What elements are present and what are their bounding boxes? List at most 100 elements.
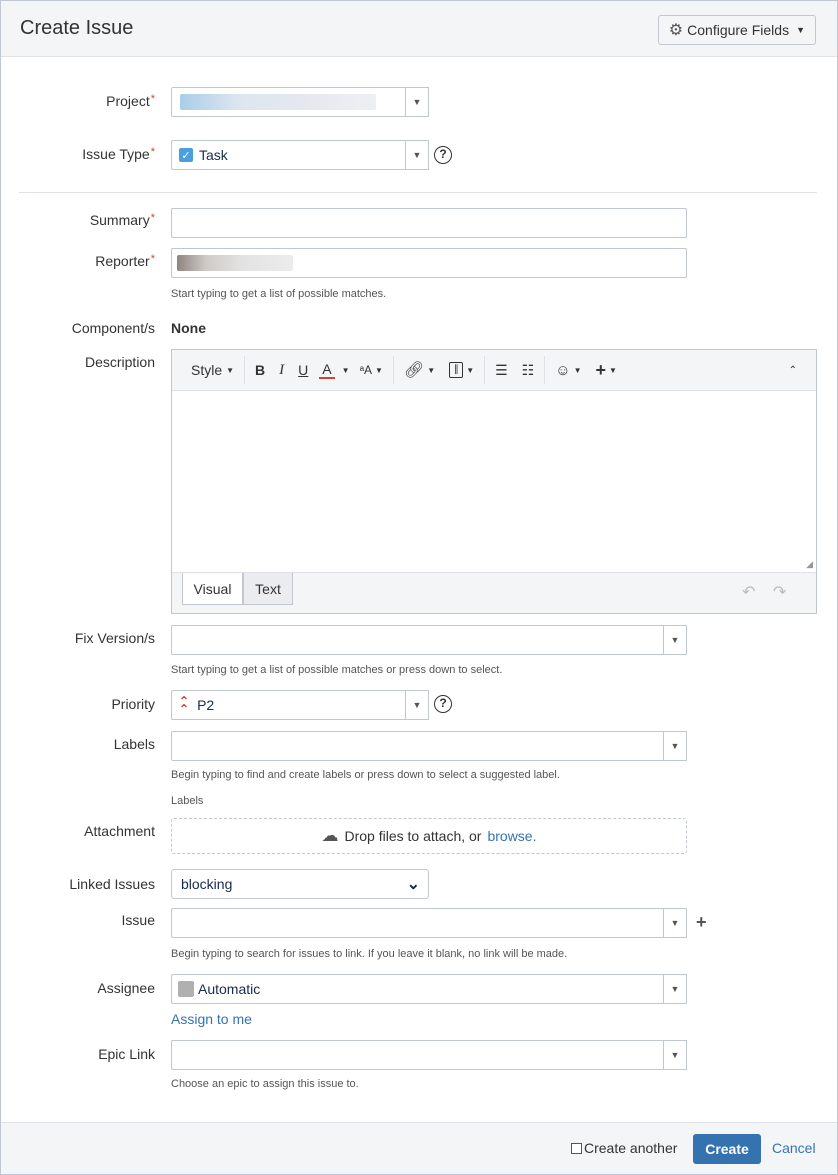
italic-button[interactable]: I bbox=[272, 356, 291, 384]
link-icon: 🔗︎ bbox=[403, 362, 425, 379]
style-dropdown[interactable]: Style ▼ bbox=[184, 356, 241, 384]
project-label: Project* bbox=[106, 93, 155, 109]
configure-fields-label: Configure Fields bbox=[687, 22, 790, 38]
bullet-list-button[interactable]: ☰ bbox=[488, 356, 515, 384]
toolbar-separator bbox=[484, 356, 486, 384]
chevron-down-icon: ▼ bbox=[609, 365, 617, 375]
dialog-footer: Create another Create Cancel bbox=[1, 1122, 837, 1174]
assign-to-me-link[interactable]: Assign to me bbox=[171, 1011, 252, 1027]
text-format-icon: ᵃA bbox=[359, 363, 373, 377]
plus-icon: + bbox=[595, 359, 606, 380]
linked-issues-select[interactable]: blocking ⌄ bbox=[171, 869, 429, 899]
description-label: Description bbox=[84, 354, 155, 370]
numbered-list-button[interactable]: ☷ bbox=[515, 356, 542, 384]
summary-label: Summary* bbox=[89, 212, 155, 228]
tab-text[interactable]: Text bbox=[243, 573, 293, 605]
reporter-value-blurred bbox=[177, 255, 293, 271]
create-another-checkbox[interactable]: Create another bbox=[571, 1140, 677, 1156]
resize-handle-icon[interactable]: ◢ bbox=[806, 559, 813, 570]
attachment-label: Attachment bbox=[84, 823, 155, 839]
collapse-icon: ⌃ bbox=[788, 364, 797, 376]
fix-versions-input[interactable]: ▼ bbox=[171, 625, 687, 655]
bold-button[interactable]: B bbox=[248, 356, 272, 384]
issue-input[interactable]: ▼ bbox=[171, 908, 687, 938]
reporter-hint: Start typing to get a list of possible m… bbox=[171, 288, 387, 300]
chevron-down-icon: ▼ bbox=[796, 25, 805, 35]
underline-button[interactable]: U bbox=[291, 356, 315, 384]
project-value-blurred bbox=[180, 94, 376, 110]
issue-type-label: Issue Type* bbox=[82, 146, 155, 162]
linked-issues-label: Linked Issues bbox=[69, 876, 155, 892]
reporter-label: Reporter* bbox=[95, 253, 155, 269]
project-dropdown-button[interactable]: ▼ bbox=[405, 87, 429, 117]
editor-toolbar: Style ▼ B I U A ▼ ᵃA ▼ 🔗︎ ▼ ∥ ▼ ☰ ☷ ☺ ▼ … bbox=[172, 350, 816, 391]
cancel-link[interactable]: Cancel bbox=[772, 1140, 816, 1156]
text-color-button[interactable]: A bbox=[319, 361, 335, 379]
issue-hint: Begin typing to search for issues to lin… bbox=[171, 948, 568, 960]
epic-link-label: Epic Link bbox=[98, 1046, 155, 1062]
section-divider bbox=[19, 192, 817, 193]
components-label: Component/s bbox=[71, 320, 155, 336]
attachment-drop-text: Drop files to attach, or bbox=[344, 828, 482, 844]
style-label: Style bbox=[191, 362, 223, 378]
labels-dropdown-button[interactable]: ▼ bbox=[663, 731, 687, 761]
reporter-input[interactable] bbox=[171, 248, 687, 278]
issue-dropdown-button[interactable]: ▼ bbox=[663, 908, 687, 938]
add-link-plus-icon[interactable]: + bbox=[696, 912, 707, 933]
issue-type-help-icon[interactable]: ? bbox=[434, 146, 452, 164]
priority-high-icon: ⌃ ⌃ bbox=[179, 694, 190, 716]
chevron-down-icon: ⌄ bbox=[406, 876, 420, 893]
toolbar-separator bbox=[244, 356, 246, 384]
paperclip-icon: ∥ bbox=[449, 362, 464, 378]
cloud-upload-icon: ☁ bbox=[321, 826, 339, 845]
checkbox-icon[interactable] bbox=[571, 1142, 582, 1154]
labels-label: Labels bbox=[113, 736, 155, 752]
numbered-list-icon: ☷ bbox=[521, 361, 535, 378]
description-textarea[interactable]: ◢ bbox=[172, 391, 816, 572]
chevron-down-icon: ▼ bbox=[375, 365, 383, 375]
priority-help-icon[interactable]: ? bbox=[434, 695, 452, 713]
create-issue-dialog: Create Issue ⚙ Configure Fields ▼ Projec… bbox=[0, 0, 838, 1175]
labels-input[interactable]: ▼ bbox=[171, 731, 687, 761]
epic-link-dropdown-button[interactable]: ▼ bbox=[663, 1040, 687, 1070]
undo-icon[interactable]: ↶ bbox=[742, 582, 755, 602]
browse-link[interactable]: browse. bbox=[487, 828, 536, 844]
project-select[interactable]: ▼ bbox=[171, 87, 429, 117]
attachment-dropzone[interactable]: ☁ Drop files to attach, or browse. bbox=[171, 818, 687, 854]
priority-value: P2 bbox=[197, 697, 215, 713]
redo-icon[interactable]: ↷ bbox=[773, 582, 786, 602]
toolbar-separator bbox=[392, 356, 394, 384]
insert-more-button[interactable]: + ▼ bbox=[588, 356, 623, 384]
chevron-down-icon: ▼ bbox=[466, 365, 475, 375]
epic-link-hint: Choose an epic to assign this issue to. bbox=[171, 1078, 359, 1090]
bullet-list-icon: ☰ bbox=[495, 361, 508, 378]
components-value: None bbox=[171, 320, 206, 336]
issue-type-dropdown-button[interactable]: ▼ bbox=[405, 140, 429, 170]
priority-select[interactable]: ⌃ ⌃ P2 ▼ bbox=[171, 690, 429, 720]
create-button[interactable]: Create bbox=[693, 1134, 761, 1164]
epic-link-input[interactable]: ▼ bbox=[171, 1040, 687, 1070]
editor-footer: Visual Text ↶ ↷ bbox=[172, 572, 816, 613]
assignee-select[interactable]: Automatic ▼ bbox=[171, 974, 687, 1004]
labels-hint: Begin typing to find and create labels o… bbox=[171, 769, 560, 781]
issue-type-value: Task bbox=[199, 147, 228, 163]
assignee-dropdown-button[interactable]: ▼ bbox=[663, 974, 687, 1004]
configure-fields-button[interactable]: ⚙ Configure Fields ▼ bbox=[657, 15, 816, 45]
assignee-label: Assignee bbox=[97, 980, 155, 996]
priority-label: Priority bbox=[111, 696, 155, 712]
fix-versions-dropdown-button[interactable]: ▼ bbox=[663, 625, 687, 655]
task-icon: ✓ bbox=[179, 148, 193, 162]
labels-sublabel: Labels bbox=[171, 795, 204, 807]
issue-label: Issue bbox=[121, 912, 155, 928]
link-button[interactable]: 🔗︎ ▼ bbox=[397, 356, 442, 384]
summary-input[interactable] bbox=[171, 208, 687, 238]
tab-visual[interactable]: Visual bbox=[182, 573, 243, 605]
attachment-button[interactable]: ∥ ▼ bbox=[442, 356, 481, 384]
text-color-dropdown[interactable]: ▼ bbox=[339, 356, 353, 384]
priority-dropdown-button[interactable]: ▼ bbox=[405, 690, 429, 720]
collapse-toolbar-button[interactable]: ⌃ bbox=[782, 356, 804, 384]
more-formatting-button[interactable]: ᵃA ▼ bbox=[353, 356, 390, 384]
issue-type-select[interactable]: ✓ Task ▼ bbox=[171, 140, 429, 170]
assignee-value: Automatic bbox=[198, 981, 261, 997]
emoticon-button[interactable]: ☺ ▼ bbox=[548, 356, 588, 384]
